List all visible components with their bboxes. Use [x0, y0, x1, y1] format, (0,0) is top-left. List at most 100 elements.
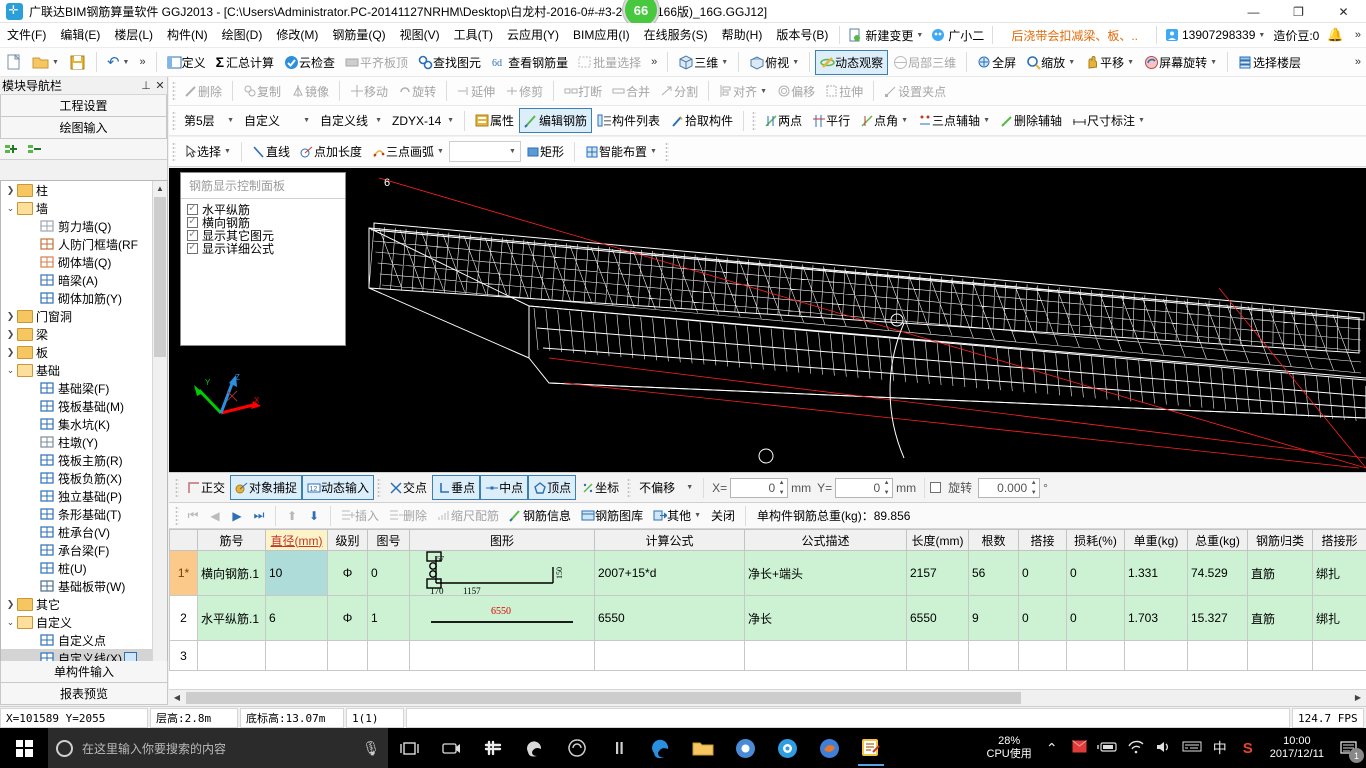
ortho-toggle[interactable]: 正交 — [182, 475, 230, 500]
component-list-button[interactable]: 构件列表 — [592, 108, 665, 133]
dimension-button[interactable]: 尺寸标注 ▼ — [1067, 108, 1150, 133]
tree-item-2[interactable]: 剪力墙(Q) — [1, 217, 153, 235]
component-selector[interactable]: ZDYX-14 ▼ — [387, 108, 459, 133]
offset-mode-selector[interactable]: 不偏移 ▼ — [634, 475, 698, 500]
cell-grade[interactable]: Φ — [327, 595, 368, 641]
tree-item-6[interactable]: 砌体加筋(Y) — [1, 289, 153, 307]
snap-coordinate[interactable]: 坐标 — [576, 475, 624, 500]
cell-total-weight[interactable]: 74.529 — [1187, 550, 1248, 596]
rebar-info-button[interactable]: 钢筋信息 — [504, 503, 576, 528]
tree-item-3[interactable]: 人防门框墙(RF — [1, 235, 153, 253]
taskbar-search[interactable]: 在这里输入你要搜索的内容 🎙 — [48, 728, 388, 768]
tree-item-9[interactable]: ❯ 板 — [1, 343, 153, 361]
cell-diameter[interactable]: 10 — [265, 550, 328, 596]
mirror-button[interactable]: 镜像 — [286, 79, 334, 104]
coin-balance[interactable]: 造价豆:0 — [1269, 24, 1323, 46]
smart-layout-button[interactable]: 智能布置 ▼ — [580, 139, 662, 164]
th-figure-no[interactable]: 图号 — [367, 529, 410, 551]
pan-button[interactable]: 平移 ▼ — [1080, 50, 1139, 75]
menu-floor[interactable]: 楼层(L) — [107, 23, 160, 48]
spin-down-icon[interactable]: ▼ — [1029, 489, 1038, 498]
edge-icon[interactable] — [640, 728, 682, 768]
view-3d-button[interactable]: 三维 ▼ — [673, 50, 733, 75]
pause-icon[interactable] — [598, 728, 640, 768]
axis-group-grip[interactable] — [752, 110, 757, 131]
copy-button[interactable]: 复制 — [238, 79, 286, 104]
tree-item-4[interactable]: 砌体墙(Q) — [1, 253, 153, 271]
move-up-button[interactable]: ⬆ — [281, 509, 303, 523]
undo-button[interactable]: ↶ ▼ — [102, 50, 135, 75]
pick-component-button[interactable]: 拾取构件 — [665, 108, 738, 133]
summary-calc-button[interactable]: Σ 汇总计算 — [211, 50, 279, 75]
cell-count[interactable]: 56 — [968, 550, 1019, 596]
th-formula[interactable]: 计算公式 — [594, 529, 745, 551]
user-nick-button[interactable]: 广小二 — [927, 24, 988, 46]
drawbar-grip[interactable] — [175, 477, 179, 498]
drawbar-grip-3[interactable] — [627, 477, 632, 498]
toolbar1-overflow-right[interactable]: » — [1350, 56, 1366, 68]
toolbar3-grip[interactable] — [172, 110, 176, 131]
cell-lap-form[interactable]: 绑扎 — [1312, 550, 1366, 596]
cell-grade[interactable]: Φ — [327, 550, 368, 596]
top-view-button[interactable]: 俯视 ▼ — [744, 50, 804, 75]
menu-version[interactable]: 版本号(B) — [769, 23, 835, 48]
menu-tools[interactable]: 工具(T) — [447, 23, 500, 48]
cell-total-weight[interactable] — [1187, 640, 1248, 671]
tree-item-19[interactable]: 桩承台(V) — [1, 523, 153, 541]
zoom-button[interactable]: 缩放 ▼ — [1021, 50, 1080, 75]
minimize-button[interactable]: — — [1231, 0, 1276, 23]
batch-select-button[interactable]: 批量选择 — [573, 50, 646, 75]
th-select[interactable] — [169, 529, 198, 551]
menu-draw[interactable]: 绘图(D) — [215, 23, 270, 48]
y-input[interactable]: 0 ▲ ▼ — [835, 477, 894, 498]
delete-button[interactable]: 删除 — [179, 79, 227, 104]
cell-loss[interactable] — [1066, 640, 1125, 671]
promo-banner[interactable]: 后浇带会扣减梁、板、.. — [1011, 27, 1138, 44]
delete-row-button[interactable]: 删除 — [384, 503, 432, 528]
snap-perpendicular[interactable]: 垂点 — [432, 475, 481, 500]
close-button[interactable]: ✕ — [1321, 0, 1366, 23]
menu-view[interactable]: 视图(V) — [393, 23, 447, 48]
tree-item-25[interactable]: 自定义点 — [1, 631, 153, 649]
scroll-thumb-vertical[interactable] — [154, 197, 166, 357]
first-record-button[interactable]: ⏮ — [182, 508, 204, 523]
cell-loss[interactable]: 0 — [1066, 595, 1125, 641]
scroll-up-icon[interactable]: ▲ — [153, 181, 167, 196]
trim-button[interactable]: 修剪 — [500, 79, 548, 104]
merge-button[interactable]: 合并 — [607, 79, 655, 104]
two-point-axis-button[interactable]: 两点 — [759, 108, 807, 133]
stretch-button[interactable]: 拉伸 — [820, 79, 868, 104]
chevron-down-icon[interactable]: ⌄ — [4, 203, 17, 214]
remove-component-icon[interactable] — [27, 142, 44, 156]
tree-item-12[interactable]: 筏板基础(M) — [1, 397, 153, 415]
sidebar-item-single-component-input[interactable]: 单构件输入 — [0, 661, 168, 683]
menu-component[interactable]: 构件(N) — [160, 23, 215, 48]
cell-diameter[interactable]: 6 — [265, 595, 328, 641]
find-element-button[interactable]: 查找图元 — [413, 50, 486, 75]
th-rebar-no[interactable]: 筋号 — [197, 529, 266, 551]
chrome-icon[interactable] — [724, 728, 766, 768]
cell-figure-no[interactable]: 1 — [367, 595, 410, 641]
account-button[interactable]: 13907298339 ▼ — [1161, 24, 1269, 46]
tree-item-5[interactable]: 暗梁(A) — [1, 271, 153, 289]
cell-formula-desc[interactable]: 净长 — [744, 595, 907, 641]
sidebar-item-draw-input[interactable]: 绘图输入 — [0, 117, 167, 139]
th-length[interactable]: 长度(mm) — [906, 529, 969, 551]
cell-diameter[interactable] — [265, 640, 328, 671]
camera-icon[interactable] — [430, 728, 472, 768]
point-angle-axis-button[interactable]: 点角 ▼ — [855, 108, 913, 133]
define-button[interactable]: 定义 — [162, 50, 211, 75]
th-unit-weight[interactable]: 单重(kg) — [1124, 529, 1188, 551]
new-change-button[interactable]: 新建变更 ▼ — [844, 24, 927, 46]
parallel-axis-button[interactable]: 平行 — [807, 108, 855, 133]
ggj-app-icon[interactable] — [850, 728, 892, 768]
cell-formula-desc[interactable] — [744, 640, 907, 671]
tree-item-10[interactable]: ⌄ 基础 — [1, 361, 153, 379]
th-count[interactable]: 根数 — [968, 529, 1019, 551]
cell-shape[interactable]: 150 170 1157 57 — [409, 550, 595, 596]
cell-rebar-no[interactable]: 横向钢筋.1 — [197, 550, 266, 596]
th-diameter[interactable]: 直径(mm) — [265, 529, 328, 551]
cell-length[interactable] — [906, 640, 969, 671]
draw-mode-combo[interactable]: ▼ — [448, 141, 521, 162]
table-row[interactable]: 2 水平纵筋.1 6 Φ 1 6550 6550 净长 6550 9 0 0 1… — [169, 595, 1366, 641]
